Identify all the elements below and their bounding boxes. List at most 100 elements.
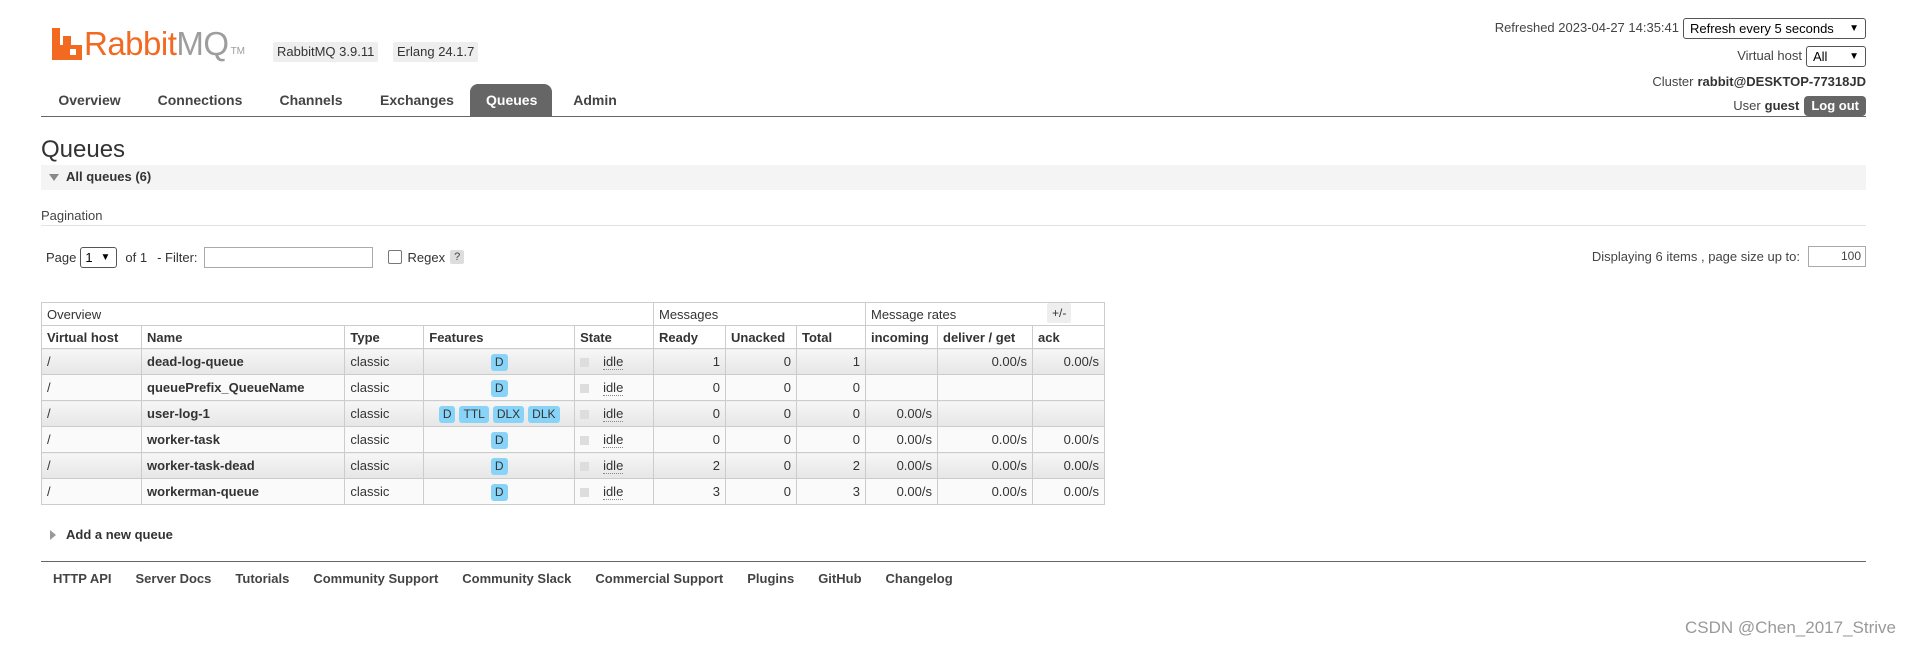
cell-type: classic xyxy=(344,426,425,453)
cell-total: 0 xyxy=(796,426,866,453)
column-header-incoming[interactable]: incoming xyxy=(865,325,938,349)
queue-name-link[interactable]: workerman-queue xyxy=(141,478,346,505)
triangle-right-icon xyxy=(50,529,56,540)
cell-ack: 0.00/s xyxy=(1032,348,1105,375)
queue-name-link[interactable]: dead-log-queue xyxy=(141,348,346,375)
page-size-input[interactable]: 100 xyxy=(1808,245,1866,267)
footer-link-http-api[interactable]: HTTP API xyxy=(53,569,112,589)
display-count-label: Displaying 6 items , page size up to: xyxy=(1591,248,1800,264)
filter-input[interactable] xyxy=(203,246,373,268)
state-text: idle xyxy=(603,354,624,370)
column-header-total[interactable]: Total xyxy=(796,325,866,349)
footer-link-changelog[interactable]: Changelog xyxy=(886,569,953,589)
filter-label: - Filter: xyxy=(157,249,198,265)
vhost-value: All xyxy=(1813,48,1828,64)
cell-ready: 0 xyxy=(653,400,726,427)
cell-deliver-get xyxy=(937,400,1033,427)
footer-link-commercial-support[interactable]: Commercial Support xyxy=(595,569,723,589)
cell-unacked: 0 xyxy=(725,348,797,375)
queue-name-link[interactable]: queuePrefix_QueueName xyxy=(141,374,346,401)
cell-unacked: 0 xyxy=(725,400,797,427)
column-header-ready[interactable]: Ready xyxy=(653,325,726,349)
queue-name-link[interactable]: user-log-1 xyxy=(141,400,346,427)
chevron-down-icon: ▼ xyxy=(1849,50,1859,62)
column-header-unacked[interactable]: Unacked xyxy=(725,325,797,349)
pagination-controls: Page 1 ▼ of 1 - Filter: Regex ? xyxy=(46,245,465,269)
cell-total: 0 xyxy=(796,400,866,427)
state-indicator-icon xyxy=(580,462,590,472)
tab-overview[interactable]: Overview xyxy=(41,84,138,116)
cell-incoming: 0.00/s xyxy=(865,452,938,479)
vhost-label: Virtual host xyxy=(1737,48,1802,63)
cell-vhost: / xyxy=(40,348,143,375)
regex-checkbox[interactable] xyxy=(387,250,402,264)
cell-state: idle xyxy=(574,400,654,427)
tab-admin[interactable]: Admin xyxy=(556,84,634,116)
column-header-state[interactable]: State xyxy=(574,325,654,349)
refresh-interval-select[interactable]: Refresh every 5 seconds ▼ xyxy=(1683,17,1866,39)
cell-deliver-get: 0.00/s xyxy=(937,452,1033,479)
tab-connections[interactable]: Connections xyxy=(140,84,260,116)
cell-vhost: / xyxy=(40,426,143,453)
page-count-label: of 1 xyxy=(125,249,148,265)
footer-link-community-support[interactable]: Community Support xyxy=(313,569,438,589)
cell-unacked: 0 xyxy=(725,452,797,479)
rabbitmq-version-badge: RabbitMQ 3.9.11 xyxy=(273,42,379,62)
cell-deliver-get xyxy=(937,374,1033,401)
cell-state: idle xyxy=(574,426,654,453)
footer-link-github[interactable]: GitHub xyxy=(818,569,861,589)
cell-features: D xyxy=(423,452,576,479)
cell-type: classic xyxy=(344,348,425,375)
footer-link-tutorials[interactable]: Tutorials xyxy=(235,569,289,589)
state-text: idle xyxy=(603,380,624,396)
column-header-virtual-host[interactable]: Virtual host xyxy=(40,325,143,349)
group-header-messages: Messages xyxy=(653,302,866,326)
state-text: idle xyxy=(603,484,624,500)
column-header-ack[interactable]: ack xyxy=(1032,325,1105,349)
table-row: / queuePrefix_QueueName classic D idle 0… xyxy=(40,374,1105,401)
vhost-select[interactable]: All ▼ xyxy=(1806,45,1866,67)
cell-ready: 0 xyxy=(653,374,726,401)
queue-name-link[interactable]: worker-task xyxy=(141,426,346,453)
state-indicator-icon xyxy=(580,410,590,420)
table-row: / worker-task classic D idle 0 0 0 0.00/… xyxy=(40,426,1105,453)
cell-incoming xyxy=(865,348,938,375)
footer-link-community-slack[interactable]: Community Slack xyxy=(462,569,571,589)
column-header-type[interactable]: Type xyxy=(344,325,425,349)
footer-link-server-docs[interactable]: Server Docs xyxy=(136,569,212,589)
tab-exchanges[interactable]: Exchanges xyxy=(362,84,472,116)
main-nav-tabs: Overview Connections Channels Exchanges … xyxy=(41,84,1866,117)
page-select[interactable]: 1 ▼ xyxy=(80,246,118,268)
cell-unacked: 0 xyxy=(725,478,797,505)
all-queues-section-toggle[interactable]: All queues (6) xyxy=(41,165,1866,190)
cell-incoming: 0.00/s xyxy=(865,478,938,505)
logo-brand-primary: Rabbit xyxy=(84,25,177,62)
cell-features: D xyxy=(423,374,576,401)
table-group-header-row: Overview Messages Message rates xyxy=(41,302,1105,326)
tab-queues[interactable]: Queues xyxy=(470,84,552,116)
tab-channels[interactable]: Channels xyxy=(262,84,360,116)
regex-help-icon[interactable]: ? xyxy=(450,250,465,264)
cell-total: 0 xyxy=(796,374,866,401)
add-queue-section-toggle[interactable]: Add a new queue xyxy=(50,527,173,542)
cell-features: D xyxy=(423,478,576,505)
rabbitmq-logo[interactable]: Rabbit MQ TM xyxy=(52,24,245,64)
column-header-deliver-get[interactable]: deliver / get xyxy=(937,325,1033,349)
feature-badge: TTL xyxy=(459,406,489,423)
cell-features: D TTL DLX DLK xyxy=(423,400,576,427)
column-header-name[interactable]: Name xyxy=(141,325,346,349)
queue-name-link[interactable]: worker-task-dead xyxy=(141,452,346,479)
cell-ack: 0.00/s xyxy=(1032,478,1105,505)
cell-state: idle xyxy=(574,374,654,401)
feature-badge: D xyxy=(490,380,508,397)
feature-badge: D xyxy=(490,484,508,501)
state-indicator-icon xyxy=(580,436,590,446)
column-toggle-button[interactable]: +/- xyxy=(1047,303,1072,323)
table-row: / worker-task-dead classic D idle 2 0 2 … xyxy=(40,452,1105,479)
cell-type: classic xyxy=(344,400,425,427)
cell-type: classic xyxy=(344,452,425,479)
footer-link-plugins[interactable]: Plugins xyxy=(747,569,794,589)
column-header-features[interactable]: Features xyxy=(423,325,576,349)
page-label: Page xyxy=(46,249,77,265)
state-indicator-icon xyxy=(580,384,590,394)
